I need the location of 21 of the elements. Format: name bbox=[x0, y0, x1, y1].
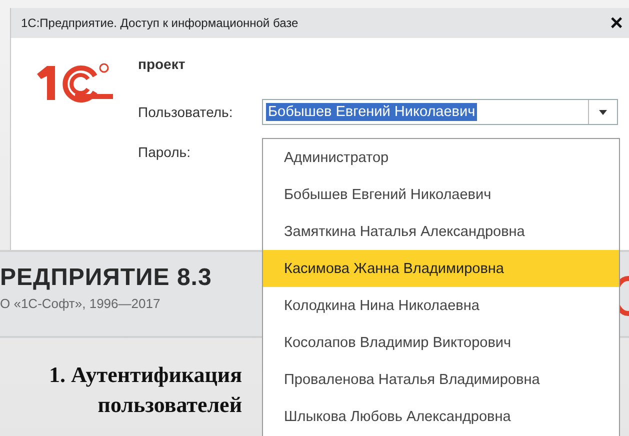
user-list-item[interactable]: Проваленова Наталья Владимировна bbox=[263, 361, 619, 398]
copyright-text: О «1С-Софт», 1996—2017 bbox=[0, 296, 160, 311]
selected-text: Бобышев Евгений Николаевич bbox=[266, 103, 478, 121]
user-combobox[interactable]: Бобышев Евгений Николаевич bbox=[262, 99, 618, 125]
product-name: РЕДПРИЯТИЕ 8.3 bbox=[0, 264, 212, 292]
caption-line: 1. Аутентификация bbox=[48, 361, 242, 389]
infobase-name: проект bbox=[138, 56, 186, 72]
user-list-item[interactable]: Замяткина Наталья Александровна bbox=[263, 213, 619, 250]
user-label: Пользователь: bbox=[138, 104, 234, 120]
user-list-item[interactable]: Касимова Жанна Владимировна bbox=[263, 250, 619, 287]
window-title: 1С:Предприятие. Доступ к информационной базе bbox=[21, 16, 298, 30]
user-list-item[interactable]: Администратор bbox=[263, 139, 619, 176]
close-button[interactable]: × bbox=[610, 12, 629, 34]
user-list-item[interactable]: Колодкина Нина Николаевна bbox=[263, 287, 619, 324]
user-list-item[interactable]: Шлыкова Любовь Александровна bbox=[263, 398, 619, 435]
user-list-item[interactable]: Бобышев Евгений Николаевич bbox=[263, 176, 619, 213]
logo-icon bbox=[35, 62, 115, 104]
caption-line: пользователей bbox=[98, 391, 242, 419]
caret-icon bbox=[599, 110, 607, 114]
password-label: Пароль: bbox=[138, 144, 192, 160]
user-list-item[interactable]: Косолапов Владимир Викторович bbox=[263, 324, 619, 361]
